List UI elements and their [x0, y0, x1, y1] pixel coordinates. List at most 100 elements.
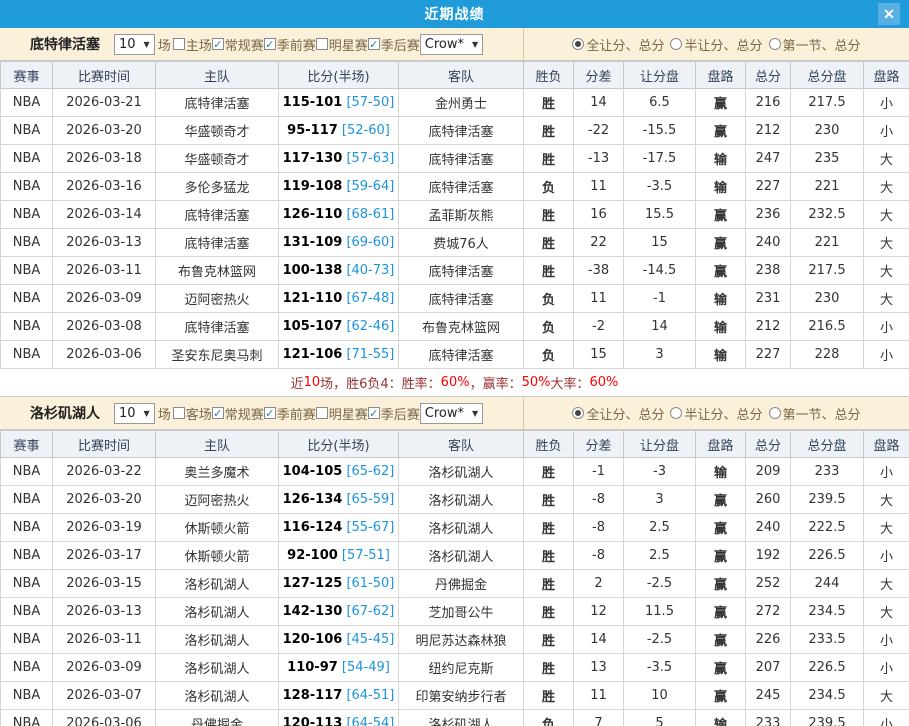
- cell-league: NBA: [1, 201, 53, 229]
- checkbox-icon: [316, 407, 328, 419]
- cell-point-diff: 16: [574, 201, 624, 229]
- cell-ou-result: 小: [864, 626, 909, 654]
- mode-radio-label: 全让分、总分: [586, 404, 664, 423]
- close-button[interactable]: ✕: [878, 3, 900, 25]
- filter-checkbox-label: 明星赛: [329, 35, 368, 54]
- games-count-select[interactable]: 10▼: [114, 403, 155, 424]
- cell-home-team: 布鲁克林篮网: [156, 257, 279, 285]
- game-row: NBA2026-03-18华盛顿奇才117-130 [57-63]底特律活塞胜-…: [1, 145, 909, 173]
- game-row: NBA2026-03-13底特律活塞131-109 [69-60]费城76人胜2…: [1, 229, 909, 257]
- cell-ou-result: 小: [864, 458, 909, 486]
- cell-result: 胜: [524, 117, 574, 145]
- cell-away-team: 底特律活塞: [399, 341, 524, 369]
- column-header: 比分(半场): [279, 62, 399, 89]
- halftime-score: [59-64]: [346, 179, 394, 194]
- cell-score: 120-113 [64-54]: [279, 710, 399, 726]
- filter-checkbox[interactable]: ✓季后赛: [368, 35, 420, 54]
- filter-checkbox[interactable]: ✓季前赛: [264, 404, 316, 423]
- cell-handicap-line: 2.5: [624, 542, 696, 570]
- score-text: 120-113: [283, 716, 343, 726]
- mode-radio[interactable]: 半让分、总分: [670, 35, 762, 54]
- summary-row: 近 10 场，胜6负4：胜率：60%，赢率：50% 大率：60%: [0, 369, 909, 397]
- column-header: 让分盘: [624, 431, 696, 458]
- cell-result: 负: [524, 341, 574, 369]
- cell-total-line: 226.5: [791, 654, 864, 682]
- cell-home-team: 多伦多猛龙: [156, 173, 279, 201]
- cell-date: 2026-03-22: [53, 458, 156, 486]
- cell-point-diff: 15: [574, 341, 624, 369]
- cell-league: NBA: [1, 710, 53, 726]
- mode-radio[interactable]: 第一节、总分: [769, 35, 861, 54]
- close-icon: ✕: [883, 6, 895, 22]
- cell-total-points: 207: [746, 654, 791, 682]
- filter-checkbox[interactable]: ✓季前赛: [264, 35, 316, 54]
- score-text: 100-138: [283, 263, 343, 278]
- cell-date: 2026-03-17: [53, 542, 156, 570]
- column-header: 盘路: [696, 62, 746, 89]
- cell-point-diff: -13: [574, 145, 624, 173]
- cell-home-team: 华盛顿奇才: [156, 117, 279, 145]
- cell-ou-result: 大: [864, 229, 909, 257]
- cell-point-diff: 2: [574, 570, 624, 598]
- halftime-score: [55-67]: [346, 520, 394, 535]
- halftime-score: [57-51]: [342, 548, 390, 563]
- cell-total-points: 209: [746, 458, 791, 486]
- halftime-score: [69-60]: [346, 235, 394, 250]
- cell-result: 胜: [524, 229, 574, 257]
- filter-checkbox[interactable]: 明星赛: [316, 35, 368, 54]
- column-header: 胜负: [524, 62, 574, 89]
- cell-home-team: 华盛顿奇才: [156, 145, 279, 173]
- filter-checkbox[interactable]: ✓季后赛: [368, 404, 420, 423]
- filter-checkbox[interactable]: ✓常规赛: [212, 35, 264, 54]
- game-row: NBA2026-03-11布鲁克林篮网100-138 [40-73]底特律活塞胜…: [1, 257, 909, 285]
- cell-point-diff: 7: [574, 710, 624, 726]
- cell-ou-result: 小: [864, 313, 909, 341]
- cell-total-line: 234.5: [791, 598, 864, 626]
- cell-point-diff: 11: [574, 173, 624, 201]
- cell-league: NBA: [1, 89, 53, 117]
- cell-total-line: 226.5: [791, 542, 864, 570]
- cell-ou-result: 大: [864, 285, 909, 313]
- cell-handicap-line: -3.5: [624, 654, 696, 682]
- cell-handicap-result: 赢: [696, 257, 746, 285]
- filter-checkbox[interactable]: 明星赛: [316, 404, 368, 423]
- score-text: 121-106: [283, 347, 343, 362]
- column-header: 主队: [156, 431, 279, 458]
- mode-radio[interactable]: 半让分、总分: [670, 404, 762, 423]
- filter-controls: 底特律活塞10▼场主场✓常规赛✓季前赛明星赛✓季后赛Crow*▼: [0, 28, 523, 60]
- cell-away-team: 底特律活塞: [399, 145, 524, 173]
- cell-date: 2026-03-06: [53, 710, 156, 726]
- cell-ou-result: 大: [864, 598, 909, 626]
- cell-point-diff: 11: [574, 285, 624, 313]
- cell-total-line: 228: [791, 341, 864, 369]
- cell-handicap-result: 输: [696, 341, 746, 369]
- summary-text: 60%: [590, 375, 619, 390]
- cell-away-team: 孟菲斯灰熊: [399, 201, 524, 229]
- games-count-select[interactable]: 10▼: [114, 34, 155, 55]
- column-header: 总分盘: [791, 62, 864, 89]
- cell-ou-result: 大: [864, 173, 909, 201]
- cell-ou-result: 小: [864, 710, 909, 726]
- filter-checkbox[interactable]: 客场: [173, 404, 212, 423]
- halftime-score: [67-48]: [346, 291, 394, 306]
- source-select[interactable]: Crow*▼: [420, 34, 483, 55]
- filter-checkbox[interactable]: 主场: [173, 35, 212, 54]
- cell-date: 2026-03-06: [53, 341, 156, 369]
- mode-radio[interactable]: 第一节、总分: [769, 404, 861, 423]
- cell-point-diff: 22: [574, 229, 624, 257]
- cell-result: 负: [524, 285, 574, 313]
- source-select[interactable]: Crow*▼: [420, 403, 483, 424]
- cell-league: NBA: [1, 229, 53, 257]
- game-row: NBA2026-03-09洛杉矶湖人110-97 [54-49]纽约尼克斯胜13…: [1, 654, 909, 682]
- filter-checkbox[interactable]: ✓常规赛: [212, 404, 264, 423]
- cell-point-diff: 14: [574, 89, 624, 117]
- game-row: NBA2026-03-06圣安东尼奥马刺121-106 [71-55]底特律活塞…: [1, 341, 909, 369]
- mode-radio[interactable]: 全让分、总分: [572, 404, 664, 423]
- halftime-score: [40-73]: [346, 263, 394, 278]
- mode-radio[interactable]: 全让分、总分: [572, 35, 664, 54]
- cell-handicap-result: 赢: [696, 570, 746, 598]
- cell-total-line: 234.5: [791, 682, 864, 710]
- summary-text: 50%: [522, 375, 551, 390]
- cell-home-team: 底特律活塞: [156, 89, 279, 117]
- cell-home-team: 休斯顿火箭: [156, 514, 279, 542]
